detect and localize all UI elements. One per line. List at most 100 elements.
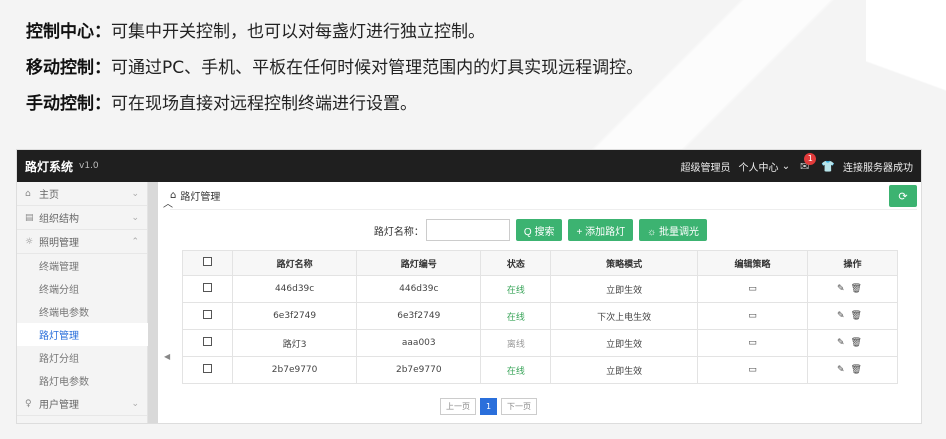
edit-strategy-icon[interactable]: ▭	[748, 311, 757, 321]
mail-icon[interactable]: ✉ 1	[800, 152, 817, 173]
refresh-icon: ⟳	[898, 189, 908, 203]
background-decoration	[866, 0, 946, 150]
notification-badge: 1	[804, 152, 817, 165]
edit-icon[interactable]: ✎	[837, 284, 851, 294]
sidebar-scrollbar[interactable]	[148, 182, 158, 423]
row-checkbox[interactable]	[203, 283, 212, 292]
personal-center-label: 个人中心	[738, 162, 779, 174]
cell-code: aaa003	[356, 329, 482, 357]
cell-mode: 立即生效	[550, 329, 698, 357]
home-icon: ⌂	[25, 188, 31, 199]
edit-strategy-icon[interactable]: ▭	[748, 338, 757, 348]
sidebar-subitem-terminal[interactable]: 终端管理	[17, 254, 147, 277]
row-checkbox[interactable]	[203, 337, 212, 346]
table-row: 6e3f2749 6e3f2749 在线 下次上电生效 ▭ ✎🗑	[182, 302, 898, 330]
top-bar: 路灯系统 v1.0 超级管理员 个人中心 ⌄ ✉ 1 👕 连接服务器成功	[17, 150, 921, 182]
cell-mode: 立即生效	[550, 275, 698, 303]
intro-line: 控制中心： 可集中开关控制，也可以对每盏灯进行独立控制。	[26, 14, 643, 50]
edit-icon[interactable]: ✎	[837, 365, 851, 375]
streetlight-name-label: 路灯名称：	[373, 226, 424, 238]
intro-desc: 可在现场直接对远程控制终端进行设置。	[111, 94, 417, 114]
personal-center-menu[interactable]: 个人中心 ⌄	[739, 159, 791, 174]
add-streetlight-button[interactable]: + 添加路灯	[568, 219, 634, 241]
cell-status: 在线	[480, 302, 552, 330]
table-row: 路灯3 aaa003 离线 立即生效 ▭ ✎🗑	[182, 329, 898, 357]
filter-bar: 路灯名称： Q 搜索 + 添加路灯 ☼ 批量调光	[170, 210, 917, 250]
edit-strategy-icon[interactable]: ▭	[748, 365, 757, 375]
table-header-row: 路灯名称 路灯编号 状态 策略模式 编辑策略 操作	[182, 250, 898, 276]
sidebar-item-label: 主页	[39, 190, 59, 201]
sidebar-item-label: 用户管理	[39, 400, 79, 411]
sidebar-subitem-streetlight[interactable]: 路灯管理	[17, 323, 148, 346]
sidebar-item-lighting[interactable]: ☼ 照明管理 ⌃	[17, 230, 147, 254]
connection-status: 连接服务器成功	[843, 162, 913, 174]
cell-code: 2b7e9770	[356, 356, 482, 384]
trash-icon[interactable]: 🗑	[851, 338, 868, 348]
table-row: 446d39c 446d39c 在线 立即生效 ▭ ✎🗑	[182, 275, 898, 303]
chevron-up-icon: ⌃	[131, 236, 139, 247]
search-button[interactable]: Q 搜索	[515, 219, 563, 241]
column-header: 状态	[480, 250, 552, 276]
sidebar-item-label: 照明管理	[39, 238, 79, 249]
chevron-down-icon: ⌄	[778, 160, 791, 172]
sidebar-item-users[interactable]: ♀ 用户管理 ⌄	[17, 392, 147, 416]
cell-status: 离线	[480, 329, 552, 357]
intro-key: 手动控制：	[26, 94, 111, 114]
page-1-button[interactable]: 1	[479, 398, 498, 415]
edit-icon[interactable]: ✎	[837, 311, 851, 321]
breadcrumb: ⌂ 路灯管理	[170, 182, 917, 210]
cell-mode: 立即生效	[550, 356, 698, 384]
sidebar-subitem-streetlight-params[interactable]: 路灯电参数	[17, 369, 147, 392]
pagination: 上一页 1 下一页	[170, 398, 807, 415]
trash-icon[interactable]: 🗑	[851, 365, 868, 375]
column-header: 路灯编号	[356, 250, 482, 276]
batch-dimming-button[interactable]: ☼ 批量调光	[639, 219, 708, 241]
sidebar-item-organization[interactable]: ▤ 组织结构 ⌄	[17, 206, 147, 230]
main-content: ⌂ 路灯管理 ⟳ 路灯名称： Q 搜索 + 添加路灯 ☼ 批量调光 路灯名称 路…	[158, 182, 921, 423]
trash-icon[interactable]: 🗑	[851, 311, 868, 321]
sun-icon: ☼	[25, 236, 34, 247]
column-header: 策略模式	[550, 250, 698, 276]
edit-strategy-icon[interactable]: ▭	[748, 284, 757, 294]
app-brand[interactable]: 路灯系统	[25, 158, 73, 175]
column-header: 操作	[807, 250, 898, 276]
sidebar-subitem-terminal-group[interactable]: 终端分组	[17, 277, 147, 300]
org-chart-icon: ▤	[25, 212, 34, 223]
cell-name: 6e3f2749	[231, 302, 358, 330]
streetlight-name-input[interactable]	[425, 219, 510, 241]
prev-page-button[interactable]: 上一页	[439, 398, 476, 415]
intro-line: 手动控制： 可在现场直接对远程控制终端进行设置。	[26, 86, 643, 122]
breadcrumb-current: 路灯管理	[180, 192, 221, 203]
user-icon: ♀	[25, 398, 32, 409]
next-page-button[interactable]: 下一页	[501, 398, 538, 415]
shirt-icon[interactable]: 👕	[821, 160, 835, 173]
sidebar-subitem-terminal-params[interactable]: 终端电参数	[17, 300, 147, 323]
row-checkbox[interactable]	[203, 310, 212, 319]
intro-desc: 可通过PC、手机、平板在任何时候对管理范围内的灯具实现远程调控。	[111, 58, 644, 78]
cell-name: 446d39c	[231, 275, 358, 303]
streetlight-table: 路灯名称 路灯编号 状态 策略模式 编辑策略 操作 446d39c 446d39…	[182, 250, 898, 384]
refresh-button[interactable]: ⟳	[889, 185, 917, 207]
user-role: 超级管理员	[680, 162, 731, 174]
intro-text-block: 控制中心： 可集中开关控制，也可以对每盏灯进行独立控制。 移动控制： 可通过PC…	[26, 14, 643, 122]
home-icon: ⌂	[170, 190, 177, 201]
intro-desc: 可集中开关控制，也可以对每盏灯进行独立控制。	[111, 22, 485, 42]
cell-mode: 下次上电生效	[550, 302, 698, 330]
intro-line: 移动控制： 可通过PC、手机、平板在任何时候对管理范围内的灯具实现远程调控。	[26, 50, 643, 86]
column-header: 编辑策略	[697, 250, 808, 276]
sidebar-subitem-streetlight-group[interactable]: 路灯分组	[17, 346, 147, 369]
intro-key: 移动控制：	[26, 58, 111, 78]
sidebar: ⌂ 主页 ⌄ ▤ 组织结构 ⌄ ☼ 照明管理 ⌃ 终端管理 终端分组 终端电参数…	[17, 182, 148, 423]
column-header: 路灯名称	[231, 250, 358, 276]
trash-icon[interactable]: 🗑	[851, 284, 868, 294]
select-all-checkbox[interactable]	[203, 257, 212, 266]
table-row: 2b7e9770 2b7e9770 在线 立即生效 ▭ ✎🗑	[182, 356, 898, 384]
sidebar-item-home[interactable]: ⌂ 主页 ⌄	[17, 182, 147, 206]
select-all-cell[interactable]	[182, 250, 233, 276]
app-version: v1.0	[79, 161, 99, 171]
cell-name: 路灯3	[231, 329, 358, 357]
chevron-down-icon: ⌄	[131, 212, 139, 223]
row-checkbox[interactable]	[203, 364, 212, 373]
edit-icon[interactable]: ✎	[837, 338, 851, 348]
cell-code: 446d39c	[356, 275, 482, 303]
